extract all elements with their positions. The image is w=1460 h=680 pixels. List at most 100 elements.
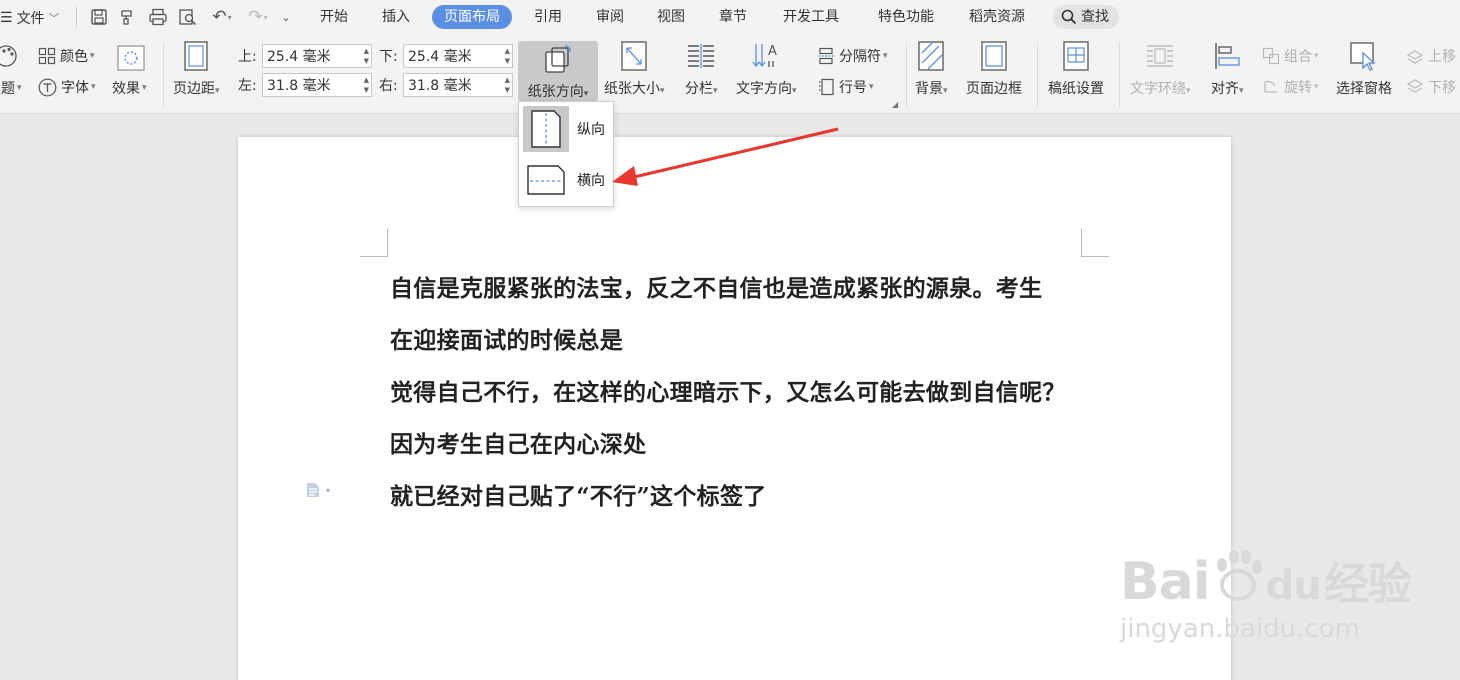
background-button[interactable]: 背景▾ <box>915 40 948 98</box>
paper-size-icon <box>618 40 650 72</box>
print-preview-icon[interactable] <box>176 6 200 28</box>
line-number-button[interactable]: 行号 ▾ <box>817 77 874 97</box>
move-up-button[interactable]: 上移 <box>1406 46 1456 66</box>
font-t-icon <box>38 78 57 96</box>
grid-paper-button[interactable]: 稿纸设置 <box>1048 40 1104 98</box>
search-icon <box>1061 9 1077 25</box>
group-label: 组合 <box>1284 49 1312 65</box>
font-label: 字体 <box>61 80 89 96</box>
tab-5[interactable]: 视图 <box>645 5 697 29</box>
dialog-launcher-icon[interactable]: ◢ <box>892 100 898 109</box>
stepper-icon[interactable]: ▲ ▼ <box>505 46 510 66</box>
text-wrap-label: 文字环绕 <box>1130 81 1186 97</box>
margin-icon <box>180 40 212 72</box>
watermark-cn: 经验 <box>1324 559 1412 610</box>
color-label: 颜色 <box>60 49 88 65</box>
size-button[interactable]: 纸张大小▾ <box>604 40 665 98</box>
stepper-icon[interactable]: ▲ ▼ <box>505 75 510 95</box>
size-label: 纸张大小 <box>604 81 660 97</box>
stepper-icon[interactable]: ▲ ▼ <box>364 75 369 95</box>
move-down-label: 下移 <box>1428 80 1456 96</box>
chevron-down-icon: ▾ <box>326 485 331 495</box>
columns-icon <box>685 40 717 72</box>
tab-1[interactable]: 插入 <box>370 5 422 29</box>
page-border-button[interactable]: 页面边框 <box>966 40 1022 98</box>
right-margin-label: 右: <box>379 78 398 94</box>
left-margin-field[interactable]: 左: 31.8 毫米 ▲ ▼ <box>238 73 372 97</box>
selection-pane-icon <box>1348 40 1380 72</box>
right-margin-field[interactable]: 右: 31.8 毫米 ▲ ▼ <box>379 73 513 97</box>
paragraph-line[interactable]: 觉得自己不行，在这样的心理暗示下，又怎么可能去做到自信呢？ <box>390 373 1066 407</box>
theme-button[interactable]: 主题▾ <box>0 78 22 98</box>
save-icon[interactable] <box>88 6 110 28</box>
undo-icon[interactable]: ↶ ▾ <box>206 6 238 28</box>
margin-button[interactable]: 页边距▾ <box>173 40 220 98</box>
columns-label: 分栏 <box>685 81 713 97</box>
move-down-button[interactable]: 下移 <box>1406 77 1456 97</box>
redo-icon[interactable]: ↷ ▾ <box>244 6 272 28</box>
paragraph-line[interactable]: 在迎接面试的时候总是 <box>390 321 623 355</box>
tab-2[interactable]: 页面布局 <box>432 5 512 29</box>
color-grid-icon <box>38 47 56 65</box>
search-button[interactable]: 查找 <box>1053 5 1119 29</box>
orientation-label: 纸张方向 <box>527 84 584 100</box>
tab-9[interactable]: 稻壳资源 <box>957 5 1037 29</box>
paragraph-line[interactable]: 因为考生自己在内心深处 <box>390 425 646 459</box>
text-direction-button[interactable]: A 文字方向▾ <box>736 40 797 98</box>
paw-logo <box>1216 550 1262 601</box>
top-margin-field[interactable]: 上: 25.4 毫米 ▲ ▼ <box>238 44 372 68</box>
bottom-margin-field[interactable]: 下: 25.4 毫米 ▲ ▼ <box>379 44 513 68</box>
paragraph-line[interactable]: 就已经对自己贴了“不行”这个标签了 <box>390 477 767 511</box>
tab-6[interactable]: 章节 <box>707 5 759 29</box>
theme-label: 主题 <box>0 81 15 97</box>
page-border-icon <box>978 40 1010 72</box>
columns-button[interactable]: 分栏▾ <box>685 40 718 98</box>
paragraph-handle[interactable]: ▾ <box>306 482 330 498</box>
customize-toolbar-icon[interactable]: ⌄ <box>278 6 294 28</box>
selection-pane-button[interactable]: 选择窗格 <box>1336 40 1392 98</box>
align-icon <box>1211 40 1243 72</box>
align-button[interactable]: 对齐▾ <box>1211 40 1244 98</box>
ribbon: 主题▾ 颜色▾ 字体▾ 效果▾ 页边距▾ 上: 25.4 毫米 ▲▼ 左: 31.… <box>0 34 1460 114</box>
document-icon <box>307 483 319 497</box>
group-button[interactable]: 组合 ▾ <box>1262 46 1319 66</box>
paragraph-line[interactable]: 自信是克服紧张的法宝，反之不自信也是造成紧张的源泉。考生 <box>390 269 1042 303</box>
menu-item-portrait[interactable]: 纵向 <box>523 106 609 152</box>
watermark-url: jingyan.baidu.com <box>1120 614 1360 644</box>
tab-0[interactable]: 开始 <box>308 5 360 29</box>
separator-icon <box>818 47 834 65</box>
rotate-icon <box>1264 80 1277 93</box>
stepper-icon[interactable]: ▲ ▼ <box>364 46 369 66</box>
menu-item-landscape[interactable]: 横向 <box>523 157 609 203</box>
landscape-page-icon <box>523 157 569 203</box>
text-wrap-button[interactable]: 文字环绕▾ <box>1130 40 1191 98</box>
margin-label: 页边距 <box>173 81 215 97</box>
right-margin-value: 31.8 毫米 <box>408 78 472 94</box>
color-button[interactable]: 颜色 ▾ <box>38 46 95 66</box>
effect-icon[interactable] <box>117 45 145 71</box>
rotate-button[interactable]: 旋转 ▾ <box>1262 77 1319 97</box>
watermark-brand: Bai du经验 <box>1120 548 1412 612</box>
separator-button[interactable]: 分隔符 ▾ <box>817 46 888 66</box>
orientation-button[interactable]: 纸张方向▾ <box>518 41 598 101</box>
tab-8[interactable]: 特色功能 <box>866 5 946 29</box>
format-painter-icon[interactable] <box>116 6 138 28</box>
tab-4[interactable]: 审阅 <box>584 5 636 29</box>
top-margin-value: 25.4 毫米 <box>267 49 331 65</box>
bottom-margin-value: 25.4 毫米 <box>408 49 472 65</box>
font-button[interactable]: 字体 ▾ <box>38 77 96 97</box>
effect-button[interactable]: 效果 ▾ <box>112 78 147 98</box>
divider <box>163 42 164 108</box>
selection-pane-label: 选择窗格 <box>1336 81 1392 97</box>
tab-7[interactable]: 开发工具 <box>771 5 851 29</box>
watermark-brand-text: Bai <box>1120 552 1211 612</box>
line-number-label: 行号 <box>839 80 867 96</box>
crop-mark <box>360 229 388 257</box>
document-page[interactable]: 自信是克服紧张的法宝，反之不自信也是造成紧张的源泉。考生 在迎接面试的时候总是 … <box>238 137 1231 680</box>
background-icon <box>915 40 947 72</box>
print-icon[interactable] <box>146 6 170 28</box>
left-margin-label: 左: <box>238 78 257 94</box>
file-menu[interactable]: ☰ 文件 ﹀ <box>0 8 60 28</box>
theme-icon[interactable] <box>0 44 22 68</box>
tab-3[interactable]: 引用 <box>522 5 574 29</box>
